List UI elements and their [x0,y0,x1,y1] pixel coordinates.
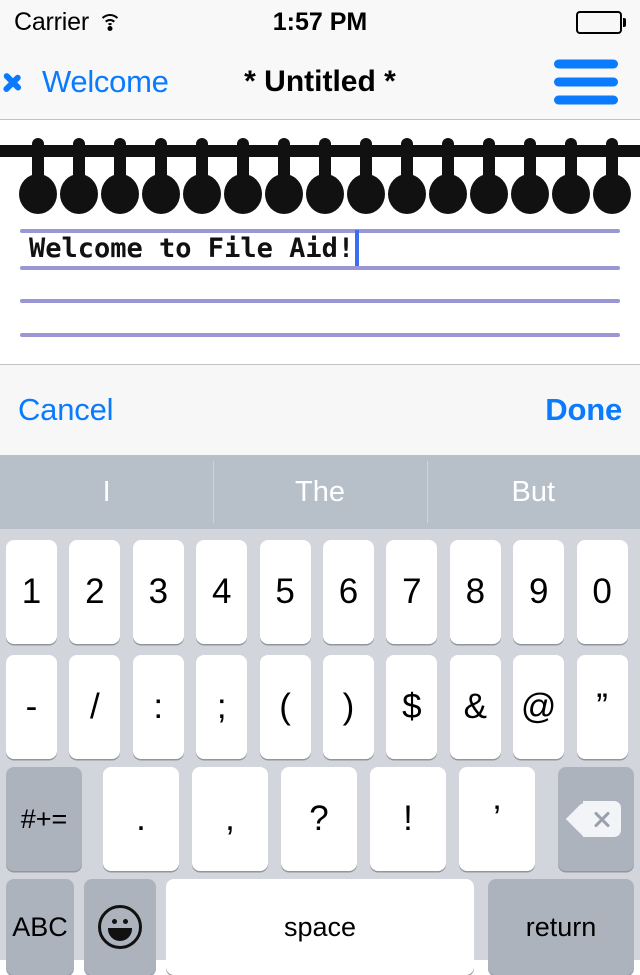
note-text: Welcome to File Aid! [29,233,355,264]
key-8[interactable]: 8 [449,540,501,644]
key-backspace[interactable] [558,767,634,871]
key-question-label: ? [309,799,329,838]
note-editor[interactable]: Welcome to File Aid! [0,121,640,364]
key-colon[interactable]: : [132,655,184,759]
key-paren-open-label: ( [279,687,291,726]
key-7-label: 7 [402,572,422,611]
text-caret [355,230,359,266]
key-slash[interactable]: / [69,655,121,759]
status-bar-right [576,10,626,34]
key-at-label: @ [520,687,557,726]
key-apostrophe[interactable]: ’ [459,767,535,871]
key-8-label: 8 [465,572,486,611]
symbol-row: - /:; () $ & @ ” [0,655,640,759]
key-5-label: 5 [275,572,295,611]
key-7[interactable]: 7 [386,540,438,644]
key-0[interactable]: 0 [576,540,628,644]
key-abc[interactable]: ABC [6,879,74,975]
key-emoji[interactable] [84,879,156,975]
key-ampersand[interactable]: & [449,655,501,759]
predictive-suggestion[interactable]: The [213,455,426,529]
key-symbols-shift-label: #+= [20,803,68,834]
key-question[interactable]: ? [281,767,357,871]
key-space[interactable]: space [166,879,474,975]
key-quote-label: ” [596,687,608,726]
key-paren-close-label: ) [342,687,355,726]
key-6[interactable]: 6 [323,540,374,644]
key-4-label: 4 [211,572,232,611]
key-return[interactable]: return [488,879,634,975]
key-paren-open[interactable]: ( [259,655,311,759]
key-dollar-label: $ [402,687,422,726]
keyboard-accessory-toolbar: Cancel Done [0,364,640,455]
punctuation-row: #+=.,?! ’ [0,767,640,871]
key-apostrophe-label: ’ [493,799,501,838]
battery-nub-icon [623,17,626,27]
key-slash-label: / [90,687,100,726]
key-hyphen-label: - [25,687,38,726]
key-exclamation[interactable]: ! [370,767,446,871]
key-ampersand-label: & [463,687,487,726]
key-period-label: . [136,799,146,838]
hamburger-menu-icon[interactable] [554,59,618,104]
key-1-label: 1 [21,572,42,611]
key-colon-label: : [153,687,164,726]
status-bar-clock: 1:57 PM [272,7,368,36]
ruled-line [20,266,620,270]
backspace-icon [565,801,621,837]
emoji-smiley-icon [98,905,142,949]
key-symbols-shift[interactable]: #+= [6,767,82,871]
key-0-label: 0 [592,572,612,611]
battery-icon [576,10,622,34]
key-at[interactable]: @ [513,655,565,759]
key-4[interactable]: 4 [196,540,248,644]
navigation-bar: Welcome * Untitled * [0,44,640,120]
key-1[interactable]: 1 [6,540,57,644]
key-semicolon-label: ; [216,687,227,726]
ruled-line [20,333,620,337]
key-2[interactable]: 2 [69,540,121,644]
cancel-button[interactable]: Cancel [18,392,113,428]
key-space-label: space [283,911,357,942]
key-2-label: 2 [85,572,105,611]
key-paren-close[interactable]: ) [323,655,374,759]
key-3[interactable]: 3 [132,540,184,644]
bottom-row: ABC space return [0,879,640,975]
key-9-label: 9 [528,572,549,611]
key-3-label: 3 [148,572,169,611]
key-comma-label: , [225,799,235,838]
done-button[interactable]: Done [545,392,622,428]
key-quote[interactable]: ” [576,655,628,759]
predictive-text-bar: I The But [0,455,640,529]
key-abc-label: ABC [12,911,68,942]
key-period[interactable]: . [103,767,179,871]
predictive-suggestion[interactable]: I [0,455,213,529]
key-hyphen[interactable]: - [6,655,57,759]
predictive-suggestion[interactable]: But [426,455,640,529]
key-dollar[interactable]: $ [386,655,438,759]
number-row: 1 2 3 4 5 6 7 8 9 0 [0,540,640,644]
status-bar: Carrier 1:57 PM [0,0,640,44]
key-comma[interactable]: , [192,767,268,871]
key-6-label: 6 [338,572,359,611]
ruled-line [20,299,620,303]
on-screen-keyboard: 1 2 3 4 5 6 7 8 9 0 - /:; () $ & @ ” #+=.,?! ’ ABC space retu… [0,529,640,975]
key-return-label: return [525,911,597,942]
key-5[interactable]: 5 [259,540,311,644]
key-9[interactable]: 9 [513,540,565,644]
page-title: * Untitled * [244,64,396,98]
key-exclamation-label: ! [403,799,413,838]
key-semicolon[interactable]: ; [196,655,248,759]
